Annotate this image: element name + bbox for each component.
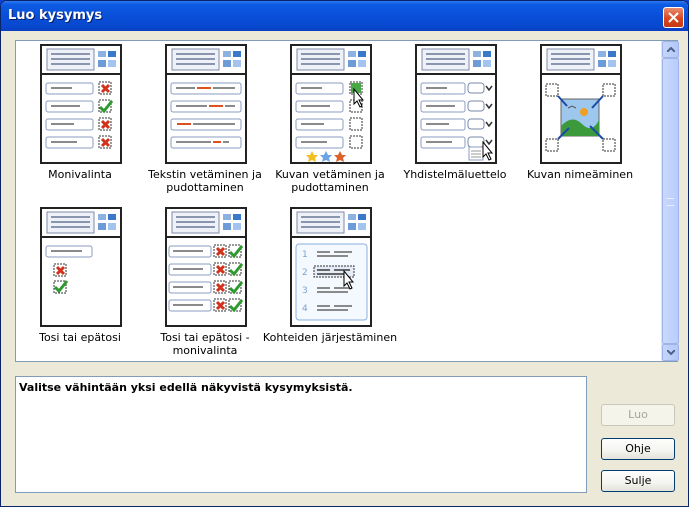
image-drag-drop-icon — [290, 44, 372, 164]
dialog-window: Luo kysymys Monivalinta Tekstin vetämine… — [0, 0, 689, 507]
question-type-label: Yhdistelmäluettelo — [403, 168, 507, 181]
chevron-down-icon — [667, 350, 675, 355]
order-number: 3 — [302, 286, 308, 296]
ordering-icon: 1 2 3 4 — [290, 207, 372, 327]
close-button[interactable]: Sulje — [601, 470, 675, 492]
scroll-down-button[interactable] — [662, 344, 679, 361]
window-title: Luo kysymys — [8, 8, 103, 23]
question-type-label: Monivalinta — [48, 168, 112, 181]
combo-list-icon — [415, 44, 497, 164]
message-area: Valitse vähintään yksi edellä näkyvistä … — [15, 376, 587, 493]
instruction-text: Valitse vähintään yksi edellä näkyvistä … — [19, 381, 353, 394]
question-type-label: Tosi tai epätosi — [39, 331, 121, 344]
grip-icon — [667, 198, 674, 206]
title-bar[interactable]: Luo kysymys — [1, 1, 688, 31]
scroll-up-button[interactable] — [662, 41, 679, 58]
question-type-gallery[interactable]: Monivalinta Tekstin vetäminen ja pudotta… — [15, 40, 679, 362]
dialog-body: Monivalinta Tekstin vetäminen ja pudotta… — [4, 31, 685, 505]
multiple-choice-icon — [40, 44, 122, 164]
close-icon — [668, 12, 679, 23]
question-type-label: Tekstin vetäminen ja pudottaminen — [148, 168, 262, 194]
help-button[interactable]: Ohje — [601, 438, 675, 460]
question-type-label: Kuvan nimeäminen — [526, 168, 634, 181]
true-false-icon — [40, 207, 122, 327]
close-window-button[interactable] — [663, 7, 684, 28]
order-number: 4 — [302, 304, 308, 314]
text-drag-drop-icon — [165, 44, 247, 164]
order-number: 2 — [302, 268, 308, 278]
true-false-multi-icon — [165, 207, 247, 327]
chevron-up-icon — [667, 47, 675, 52]
image-labeling-icon — [540, 44, 622, 164]
order-number: 1 — [302, 250, 308, 260]
question-type-label: Tosi tai epätosi -monivalinta — [160, 331, 250, 357]
question-type-label: Kohteiden järjestäminen — [262, 331, 398, 344]
vertical-scrollbar[interactable] — [661, 41, 679, 361]
create-button[interactable]: Luo — [601, 404, 675, 426]
question-type-label: Kuvan vetäminen ja pudottaminen — [275, 168, 385, 194]
scroll-thumb[interactable] — [662, 58, 679, 344]
